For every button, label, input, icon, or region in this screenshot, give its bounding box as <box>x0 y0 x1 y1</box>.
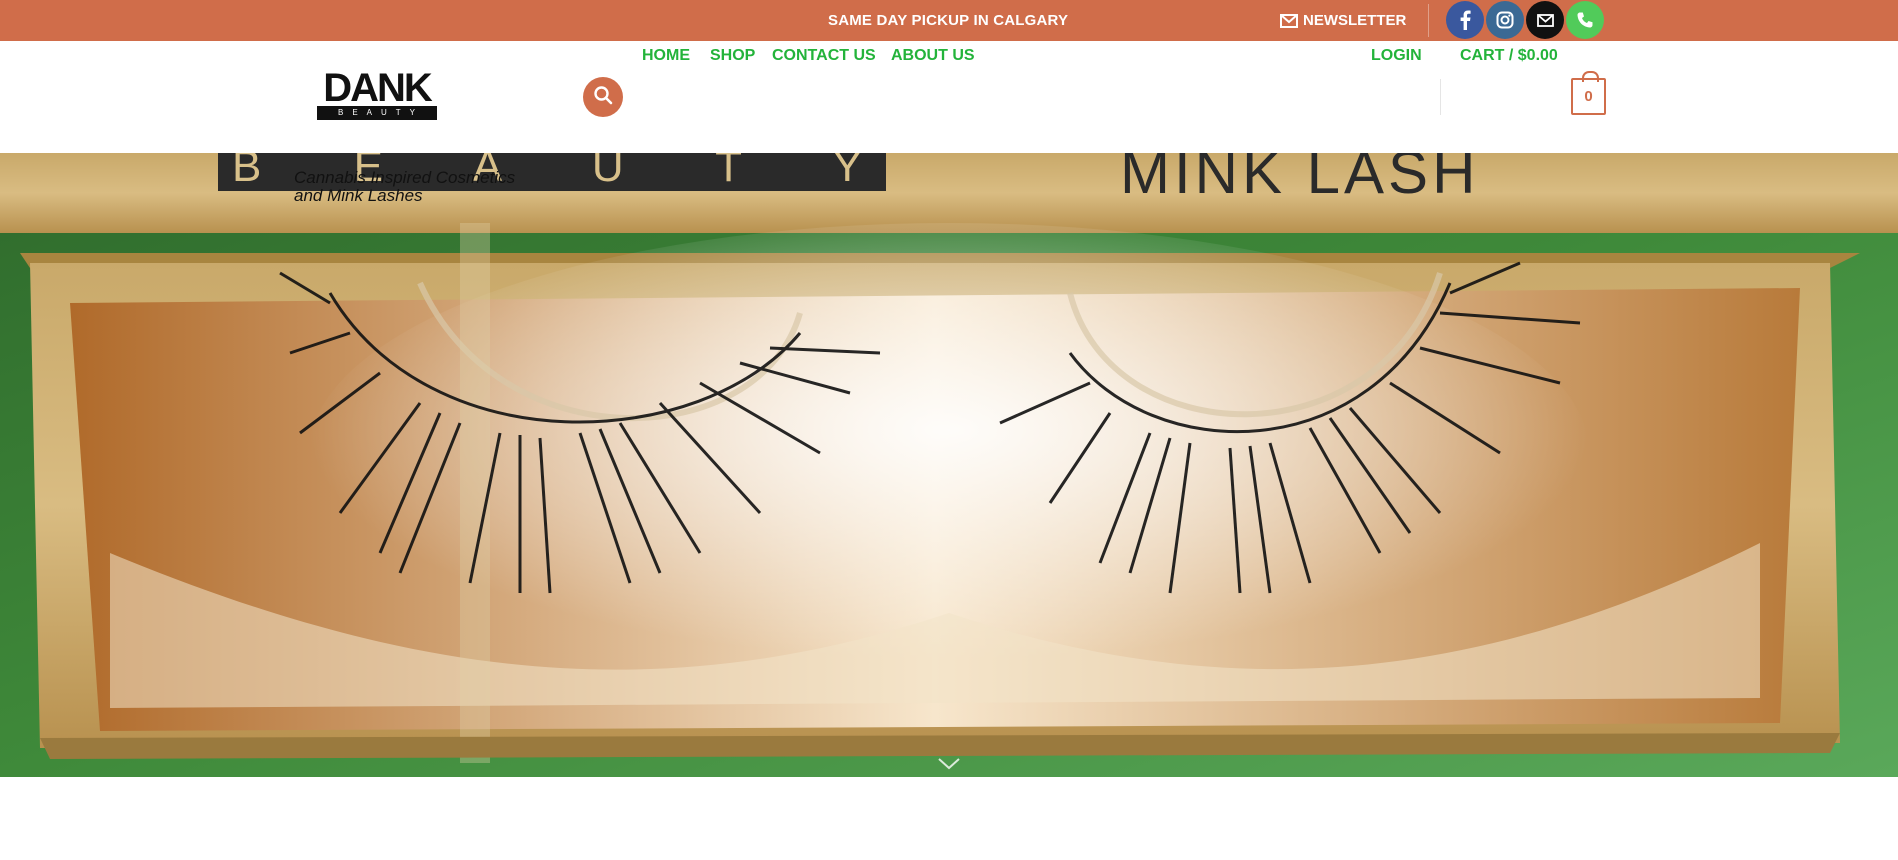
tagline-line-2: and Mink Lashes <box>294 186 423 205</box>
header-divider <box>1440 79 1441 115</box>
site-tagline: Cannabis Inspired Cosmetics and Mink Las… <box>294 169 515 205</box>
cart-link[interactable]: CART / $0.00 <box>1460 0 1558 112</box>
phone-button[interactable] <box>1566 1 1604 39</box>
hero-banner-image: B E A U T Y MINK LASH <box>0 153 1898 777</box>
cart-count-badge[interactable]: 0 <box>1571 71 1606 115</box>
search-icon <box>593 85 613 110</box>
chevron-down-icon[interactable] <box>937 757 961 771</box>
box-text-right: MINK LASH <box>1120 153 1479 206</box>
envelope-icon <box>1280 13 1298 28</box>
search-button[interactable] <box>583 77 623 117</box>
logo-word: DANK <box>323 66 433 110</box>
phone-icon <box>1576 11 1594 29</box>
logo-subword: BEAUTY <box>317 106 437 120</box>
nav-home[interactable]: HOME <box>642 0 690 112</box>
topbar-divider <box>1428 4 1429 37</box>
tagline-line-1: Cannabis Inspired Cosmetics <box>294 168 516 187</box>
login-link[interactable]: LOGIN <box>1371 0 1422 112</box>
nav-shop[interactable]: SHOP <box>710 0 755 112</box>
nav-about-us[interactable]: ABOUT US <box>891 0 975 112</box>
nav-contact-us[interactable]: CONTACT US <box>772 0 876 112</box>
site-logo[interactable]: DANK BEAUTY <box>316 66 438 122</box>
